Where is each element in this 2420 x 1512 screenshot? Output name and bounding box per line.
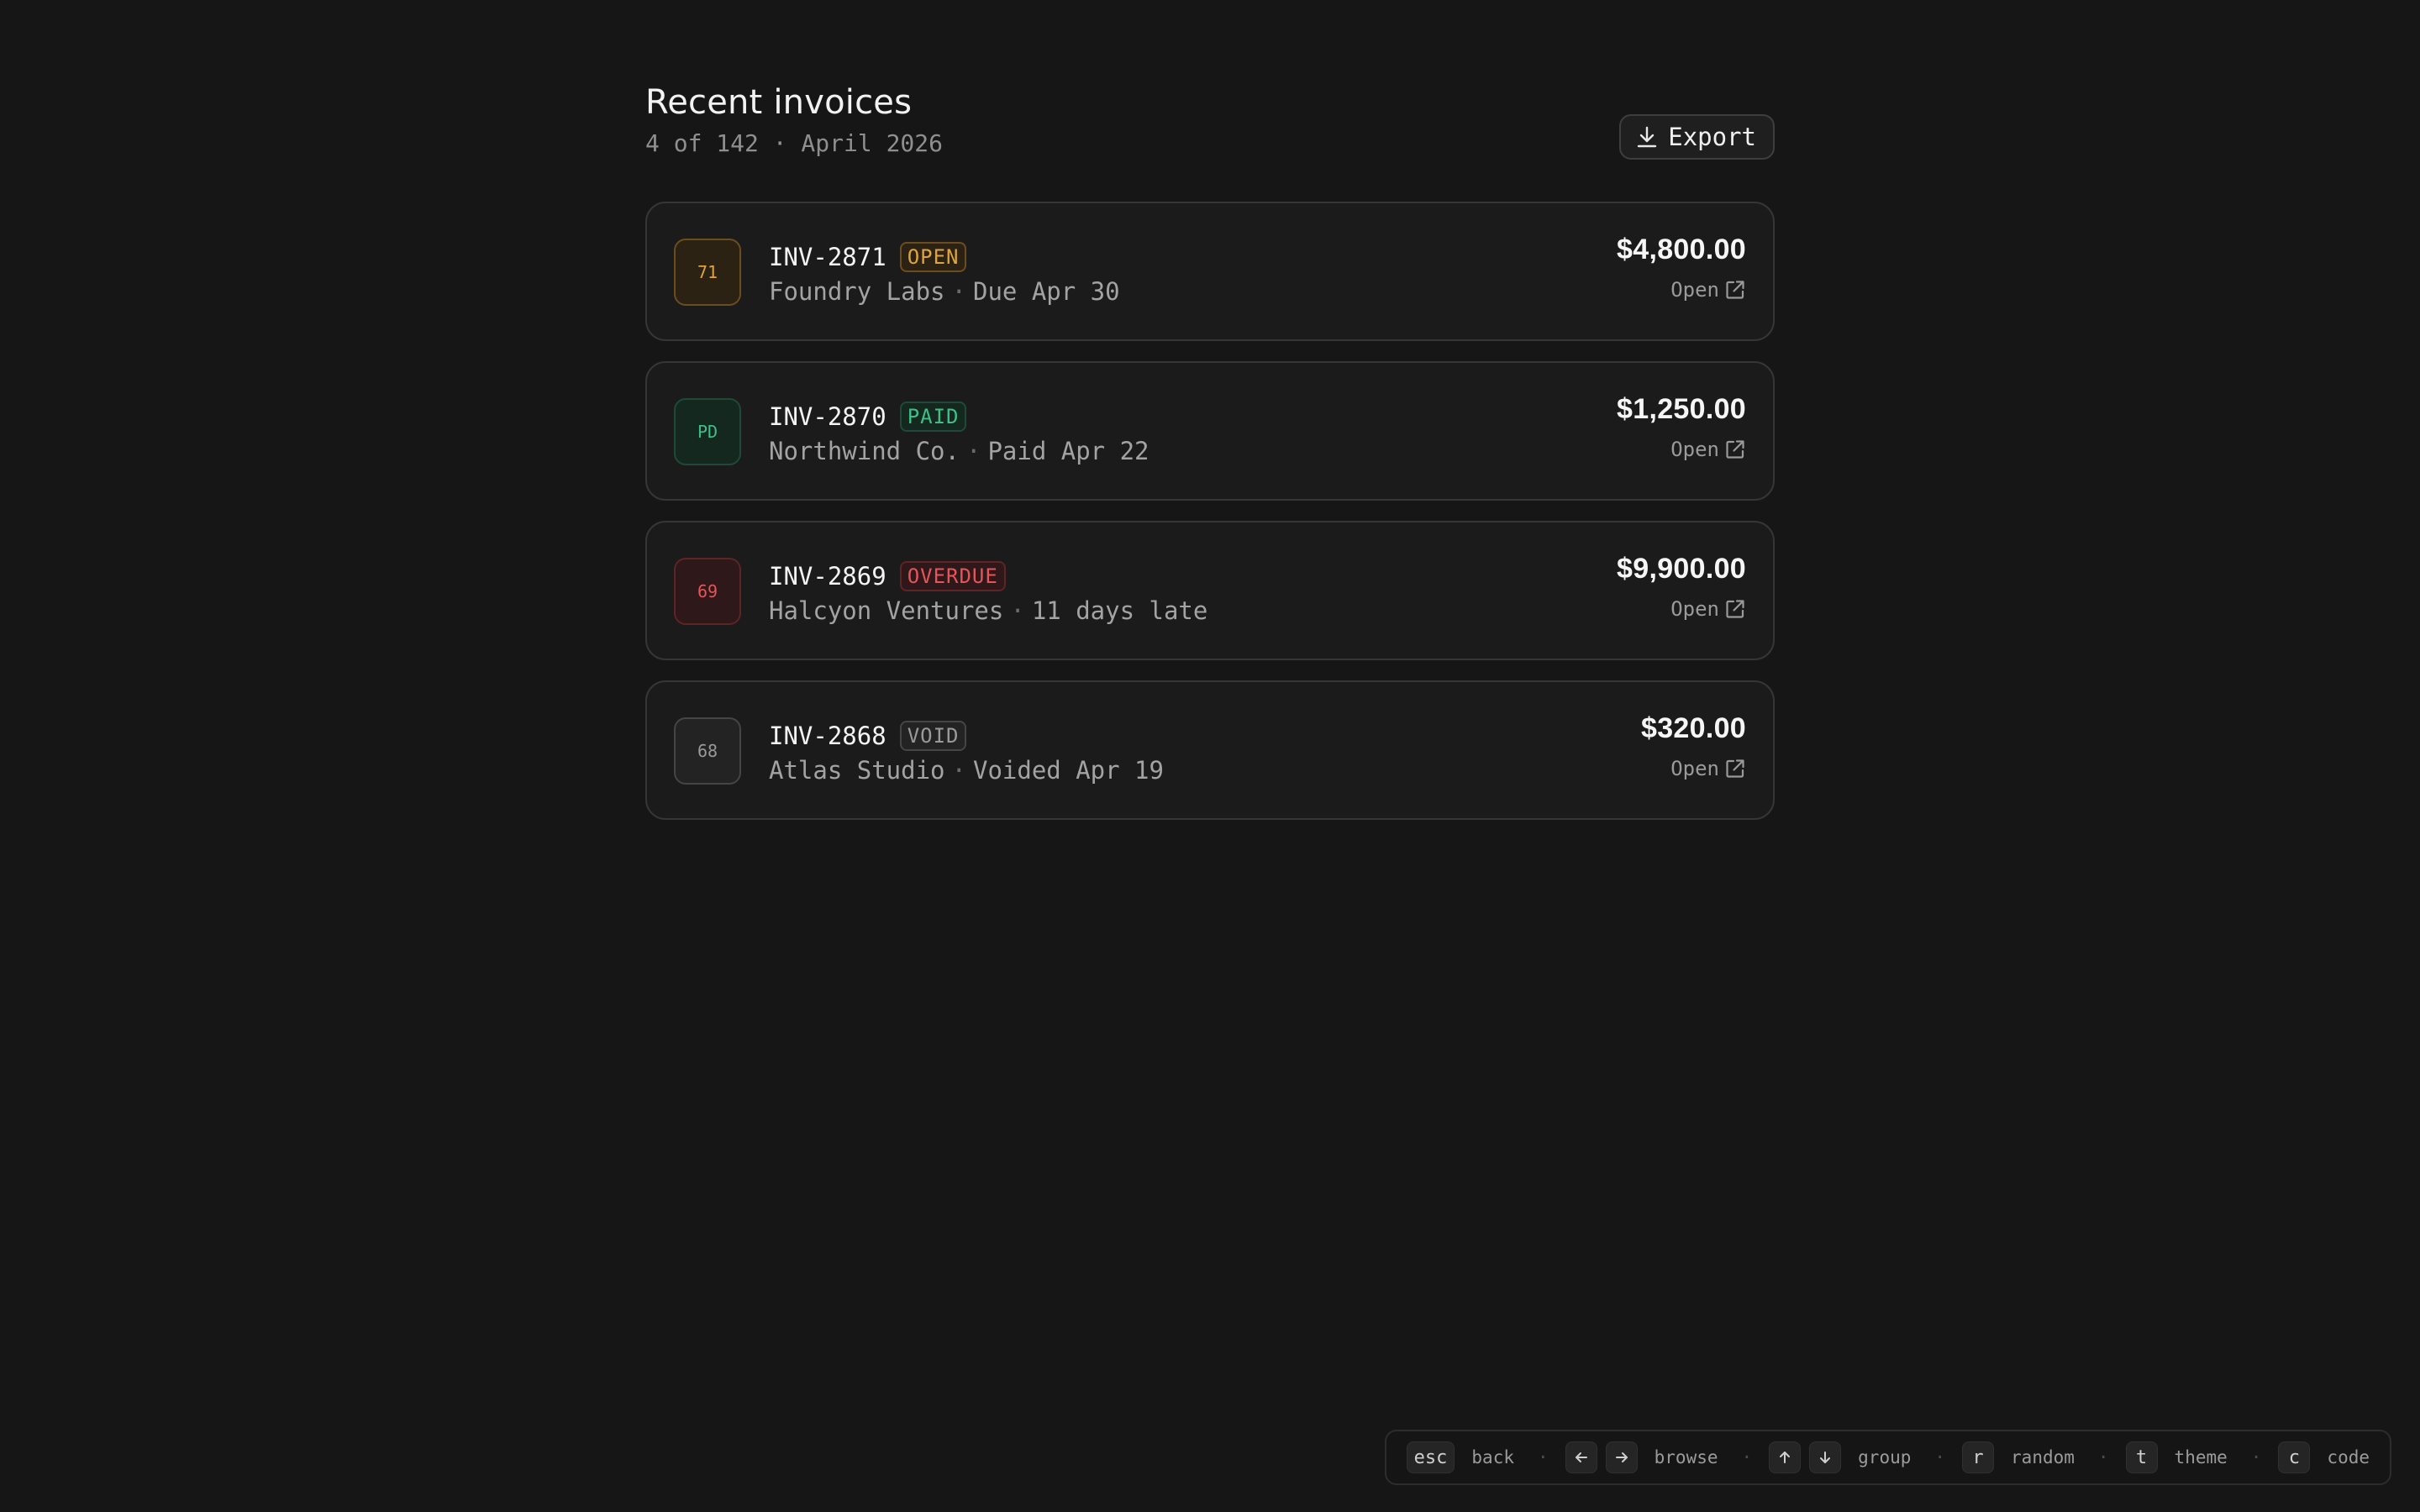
separator-dot: · bbox=[2097, 1447, 2109, 1467]
invoice-amount: $320.00 bbox=[1640, 712, 1746, 744]
export-button[interactable]: Export bbox=[1619, 114, 1775, 160]
open-link-label: Open bbox=[1670, 438, 1719, 461]
open-invoice-link[interactable]: Open bbox=[1670, 597, 1746, 621]
invoice-amount: $9,900.00 bbox=[1617, 553, 1746, 585]
invoice-detail: Voided Apr 19 bbox=[972, 756, 1164, 785]
arrow-left-icon bbox=[1575, 1452, 1587, 1462]
header: Recent invoices 4 of 142 · April 2026 Ex… bbox=[645, 0, 1775, 202]
invoice-detail: 11 days late bbox=[1031, 596, 1208, 625]
invoice-card[interactable]: 69 INV-2869 OVERDUE Halcyon Ventures · 11 … bbox=[645, 521, 1775, 660]
open-link-label: Open bbox=[1670, 757, 1719, 780]
shortcut-label-code: code bbox=[2327, 1447, 2370, 1467]
r-key[interactable]: r bbox=[1962, 1441, 1995, 1473]
arrow-up-icon bbox=[1780, 1452, 1791, 1463]
page-title: Recent invoices bbox=[645, 83, 913, 122]
open-link-label: Open bbox=[1670, 278, 1719, 302]
client-name: Foundry Labs bbox=[769, 277, 945, 306]
arrow-up-key[interactable] bbox=[1769, 1441, 1802, 1473]
invoice-card[interactable]: 68 INV-2868 VOID Atlas Studio · Voided Apr… bbox=[645, 680, 1775, 820]
keyboard-shortcuts-bar: esc back · browse · group · r random · t… bbox=[1384, 1430, 2391, 1485]
external-link-icon bbox=[1724, 758, 1746, 780]
status-badge: OPEN bbox=[899, 242, 967, 272]
c-key[interactable]: c bbox=[2278, 1441, 2311, 1473]
invoice-id: INV-2871 bbox=[769, 243, 886, 271]
shortcut-label-group: group bbox=[1858, 1447, 1912, 1467]
invoices-panel: Recent invoices 4 of 142 · April 2026 Ex… bbox=[645, 0, 1775, 820]
invoice-id: INV-2868 bbox=[769, 722, 886, 750]
open-link-label: Open bbox=[1670, 597, 1719, 621]
invoice-avatar: 69 bbox=[674, 558, 741, 625]
invoice-card[interactable]: 71 INV-2871 OPEN Foundry Labs · Due Apr 30… bbox=[645, 202, 1775, 341]
shortcut-label-random: random bbox=[2011, 1447, 2075, 1467]
invoice-amount: $1,250.00 bbox=[1617, 393, 1746, 425]
arrow-right-key[interactable] bbox=[1605, 1441, 1638, 1473]
invoice-detail: Due Apr 30 bbox=[972, 277, 1120, 306]
client-name: Halcyon Ventures bbox=[769, 596, 1004, 625]
invoice-avatar: PD bbox=[674, 398, 741, 465]
open-invoice-link[interactable]: Open bbox=[1670, 757, 1746, 780]
page-subtitle: 4 of 142 · April 2026 bbox=[645, 129, 944, 157]
shortcut-label-theme: theme bbox=[2174, 1447, 2228, 1467]
invoice-amount: $4,800.00 bbox=[1617, 234, 1746, 265]
invoice-list: 71 INV-2871 OPEN Foundry Labs · Due Apr 30… bbox=[645, 202, 1775, 840]
separator-dot: · bbox=[1537, 1447, 1549, 1467]
esc-key[interactable]: esc bbox=[1406, 1441, 1455, 1473]
status-badge: VOID bbox=[899, 721, 967, 751]
open-invoice-link[interactable]: Open bbox=[1670, 278, 1746, 302]
client-name: Northwind Co. bbox=[769, 437, 960, 465]
separator-dot: · bbox=[2250, 1447, 2262, 1467]
arrow-right-icon bbox=[1615, 1452, 1628, 1462]
status-badge: OVERDUE bbox=[899, 561, 1006, 591]
separator-dot: · bbox=[1934, 1447, 1946, 1467]
external-link-icon bbox=[1724, 279, 1746, 301]
arrow-down-key[interactable] bbox=[1809, 1441, 1842, 1473]
client-name: Atlas Studio bbox=[769, 756, 945, 785]
download-icon bbox=[1636, 125, 1658, 149]
separator-dot: · bbox=[951, 277, 966, 306]
external-link-icon bbox=[1724, 438, 1746, 460]
separator-dot: · bbox=[1010, 596, 1025, 625]
shortcut-label-back: back bbox=[1471, 1447, 1514, 1467]
arrow-left-key[interactable] bbox=[1565, 1441, 1597, 1473]
shortcut-label-browse: browse bbox=[1654, 1447, 1718, 1467]
invoice-card[interactable]: PD INV-2870 PAID Northwind Co. · Paid Apr … bbox=[645, 361, 1775, 501]
separator-dot: · bbox=[951, 756, 966, 785]
invoice-avatar: 71 bbox=[674, 239, 741, 306]
arrow-down-icon bbox=[1820, 1452, 1831, 1463]
t-key[interactable]: t bbox=[2125, 1441, 2158, 1473]
status-badge: PAID bbox=[899, 402, 967, 432]
invoice-avatar: 68 bbox=[674, 717, 741, 785]
invoice-detail: Paid Apr 22 bbox=[987, 437, 1150, 465]
export-label: Export bbox=[1668, 123, 1756, 151]
separator-dot: · bbox=[965, 437, 981, 465]
separator-dot: · bbox=[1741, 1447, 1753, 1467]
open-invoice-link[interactable]: Open bbox=[1670, 438, 1746, 461]
invoice-id: INV-2870 bbox=[769, 402, 886, 431]
invoice-id: INV-2869 bbox=[769, 562, 886, 591]
external-link-icon bbox=[1724, 598, 1746, 620]
